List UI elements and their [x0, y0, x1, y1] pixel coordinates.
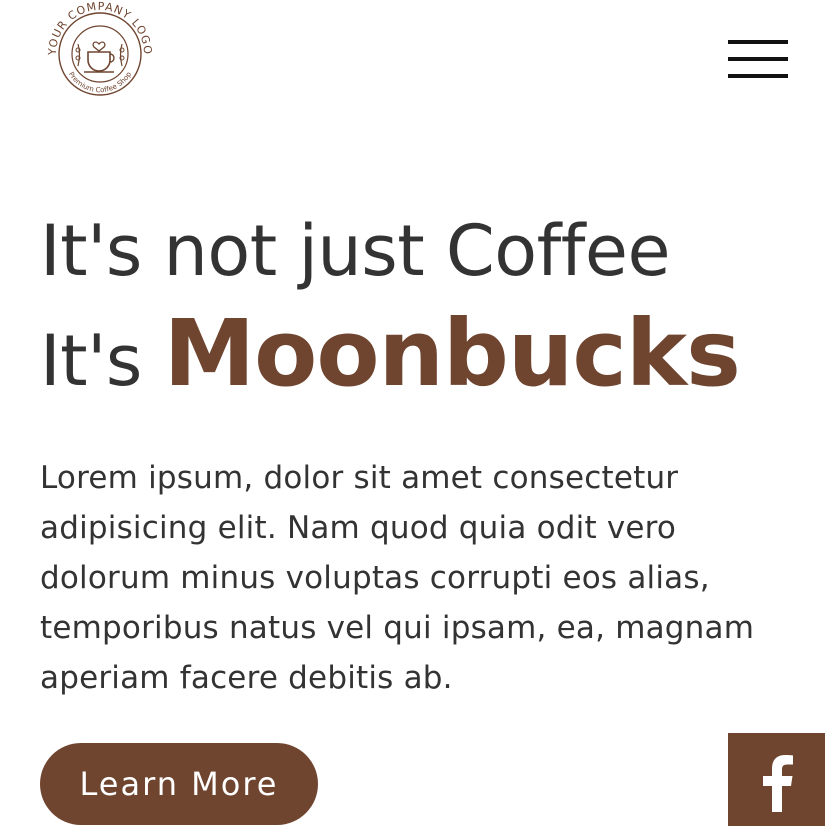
logo-top-text: YOUR COMPANY LOGO [46, 0, 153, 56]
company-logo[interactable]: YOUR COMPANY LOGO Premium Coffee Shop [38, 0, 162, 116]
hero-description: Lorem ipsum, dolor sit amet consectetur … [40, 460, 755, 696]
brand-name: Moonbucks [163, 300, 741, 407]
hero-title-prefix: It's [40, 320, 164, 402]
hero-title-line1: It's not just Coffee [40, 210, 671, 292]
menu-bar [728, 40, 788, 44]
hamburger-menu-icon[interactable] [724, 37, 792, 85]
menu-bar [728, 57, 788, 61]
facebook-icon [762, 755, 793, 812]
hero-title: It's not just Coffee It's Moonbucks [40, 202, 820, 421]
coffee-logo-icon: YOUR COMPANY LOGO Premium Coffee Shop [46, 0, 154, 96]
learn-more-button[interactable]: Learn More [40, 743, 318, 825]
facebook-link[interactable] [728, 733, 825, 826]
hero-title-line2: It's Moonbucks [40, 294, 820, 421]
landing-page: YOUR COMPANY LOGO Premium Coffee Shop It… [0, 0, 825, 826]
menu-bar [728, 74, 788, 78]
svg-text:YOUR COMPANY LOGO: YOUR COMPANY LOGO [46, 0, 154, 56]
